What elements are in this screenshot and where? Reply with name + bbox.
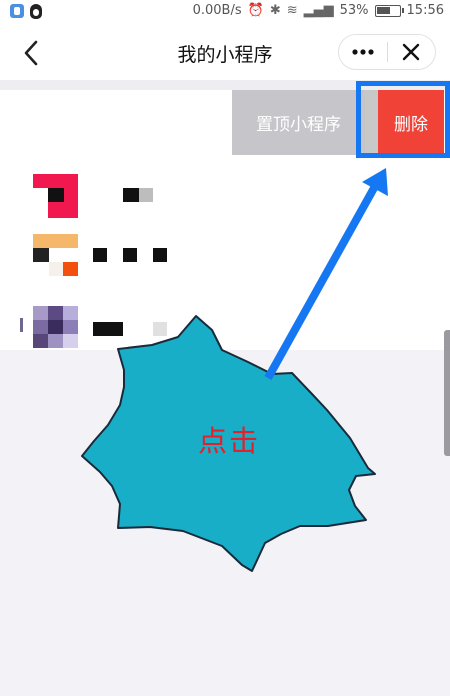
click-annotation-label: 点击 — [198, 424, 261, 458]
annotation-overlay — [81, 168, 388, 572]
arrow-shaft — [264, 186, 378, 380]
